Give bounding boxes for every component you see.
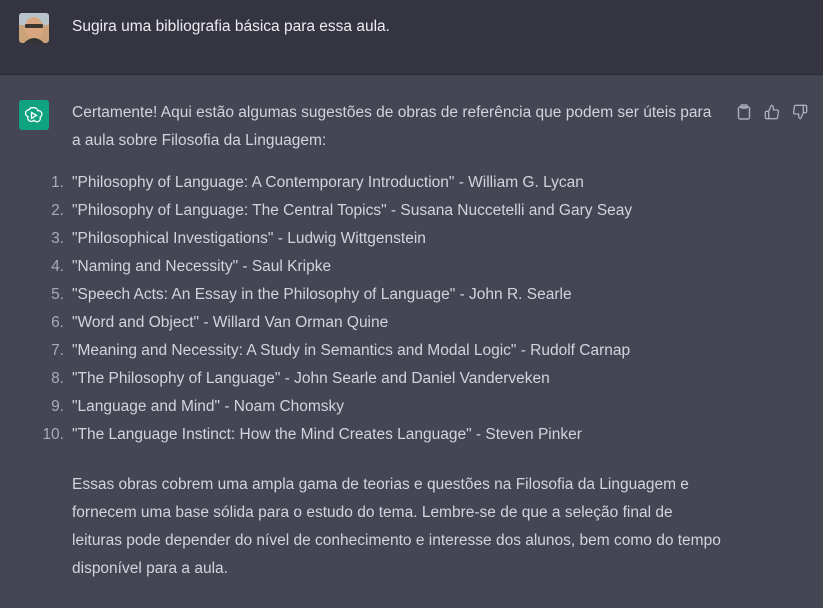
user-message-row: Sugira uma bibliografia básica para essa… (0, 0, 823, 75)
list-item: 3. "Philosophical Investigations" - Ludwi… (51, 225, 722, 253)
list-item-number: 5. (51, 286, 64, 303)
list-item: 8. "The Philosophy of Language" - John Se… (51, 365, 722, 393)
list-item-text: "Speech Acts: An Essay in the Philosophy… (72, 286, 572, 303)
assistant-message-row: Certamente! Aqui estão algumas sugestões… (0, 75, 823, 608)
list-item: 1. "Philosophy of Language: A Contemporar… (51, 169, 722, 197)
list-item-number: 7. (51, 342, 64, 359)
list-item-number: 4. (51, 258, 64, 275)
list-item: 2. "Philosophy of Language: The Central T… (51, 197, 722, 225)
list-item-text: "Philosophy of Language: The Central Top… (72, 202, 633, 219)
list-item-number: 8. (51, 370, 64, 387)
list-item-number: 2. (51, 202, 64, 219)
user-avatar (19, 13, 49, 43)
list-item-text: "The Philosophy of Language" - John Sear… (72, 370, 550, 387)
list-item-number: 3. (51, 230, 64, 247)
list-item: 5. "Speech Acts: An Essay in the Philosop… (51, 281, 722, 309)
thumbs-down-icon[interactable] (789, 103, 811, 121)
list-item: 4. "Naming and Necessity" - Saul Kripke (51, 253, 722, 281)
list-item-text: "Word and Object" - Willard Van Orman Qu… (72, 314, 389, 331)
intro-paragraph: Certamente! Aqui estão algumas sugestões… (72, 104, 712, 149)
assistant-message-content: Certamente! Aqui estão algumas sugestões… (42, 99, 722, 583)
list-item-text: "Philosophy of Language: A Contemporary … (72, 174, 584, 191)
thumbs-up-icon[interactable] (761, 103, 783, 121)
message-actions (733, 103, 811, 121)
list-item-number: 10. (42, 426, 64, 443)
list-item: 6. "Word and Object" - Willard Van Orman … (51, 309, 722, 337)
list-item: 10. "The Language Instinct: How the Mind … (42, 421, 722, 449)
list-item-number: 9. (51, 398, 64, 415)
list-item-text: "Meaning and Necessity: A Study in Seman… (72, 342, 631, 359)
clipboard-icon[interactable] (733, 103, 755, 121)
list-item-text: "Philosophical Investigations" - Ludwig … (72, 230, 426, 247)
list-item-text: "Naming and Necessity" - Saul Kripke (72, 258, 332, 275)
openai-logo-icon (19, 100, 49, 130)
list-item: 9. "Language and Mind" - Noam Chomsky (51, 393, 722, 421)
reference-list: 1. "Philosophy of Language: A Contemporar… (42, 169, 722, 449)
list-item-number: 1. (51, 174, 64, 191)
list-item: 7. "Meaning and Necessity: A Study in Sem… (51, 337, 722, 365)
user-message-text: Sugira uma bibliografia básica para essa… (72, 18, 390, 35)
closing-paragraph: Essas obras cobrem uma ampla gama de teo… (72, 476, 721, 577)
list-item-text: "The Language Instinct: How the Mind Cre… (72, 426, 582, 443)
list-item-number: 6. (51, 314, 64, 331)
list-item-text: "Language and Mind" - Noam Chomsky (72, 398, 345, 415)
